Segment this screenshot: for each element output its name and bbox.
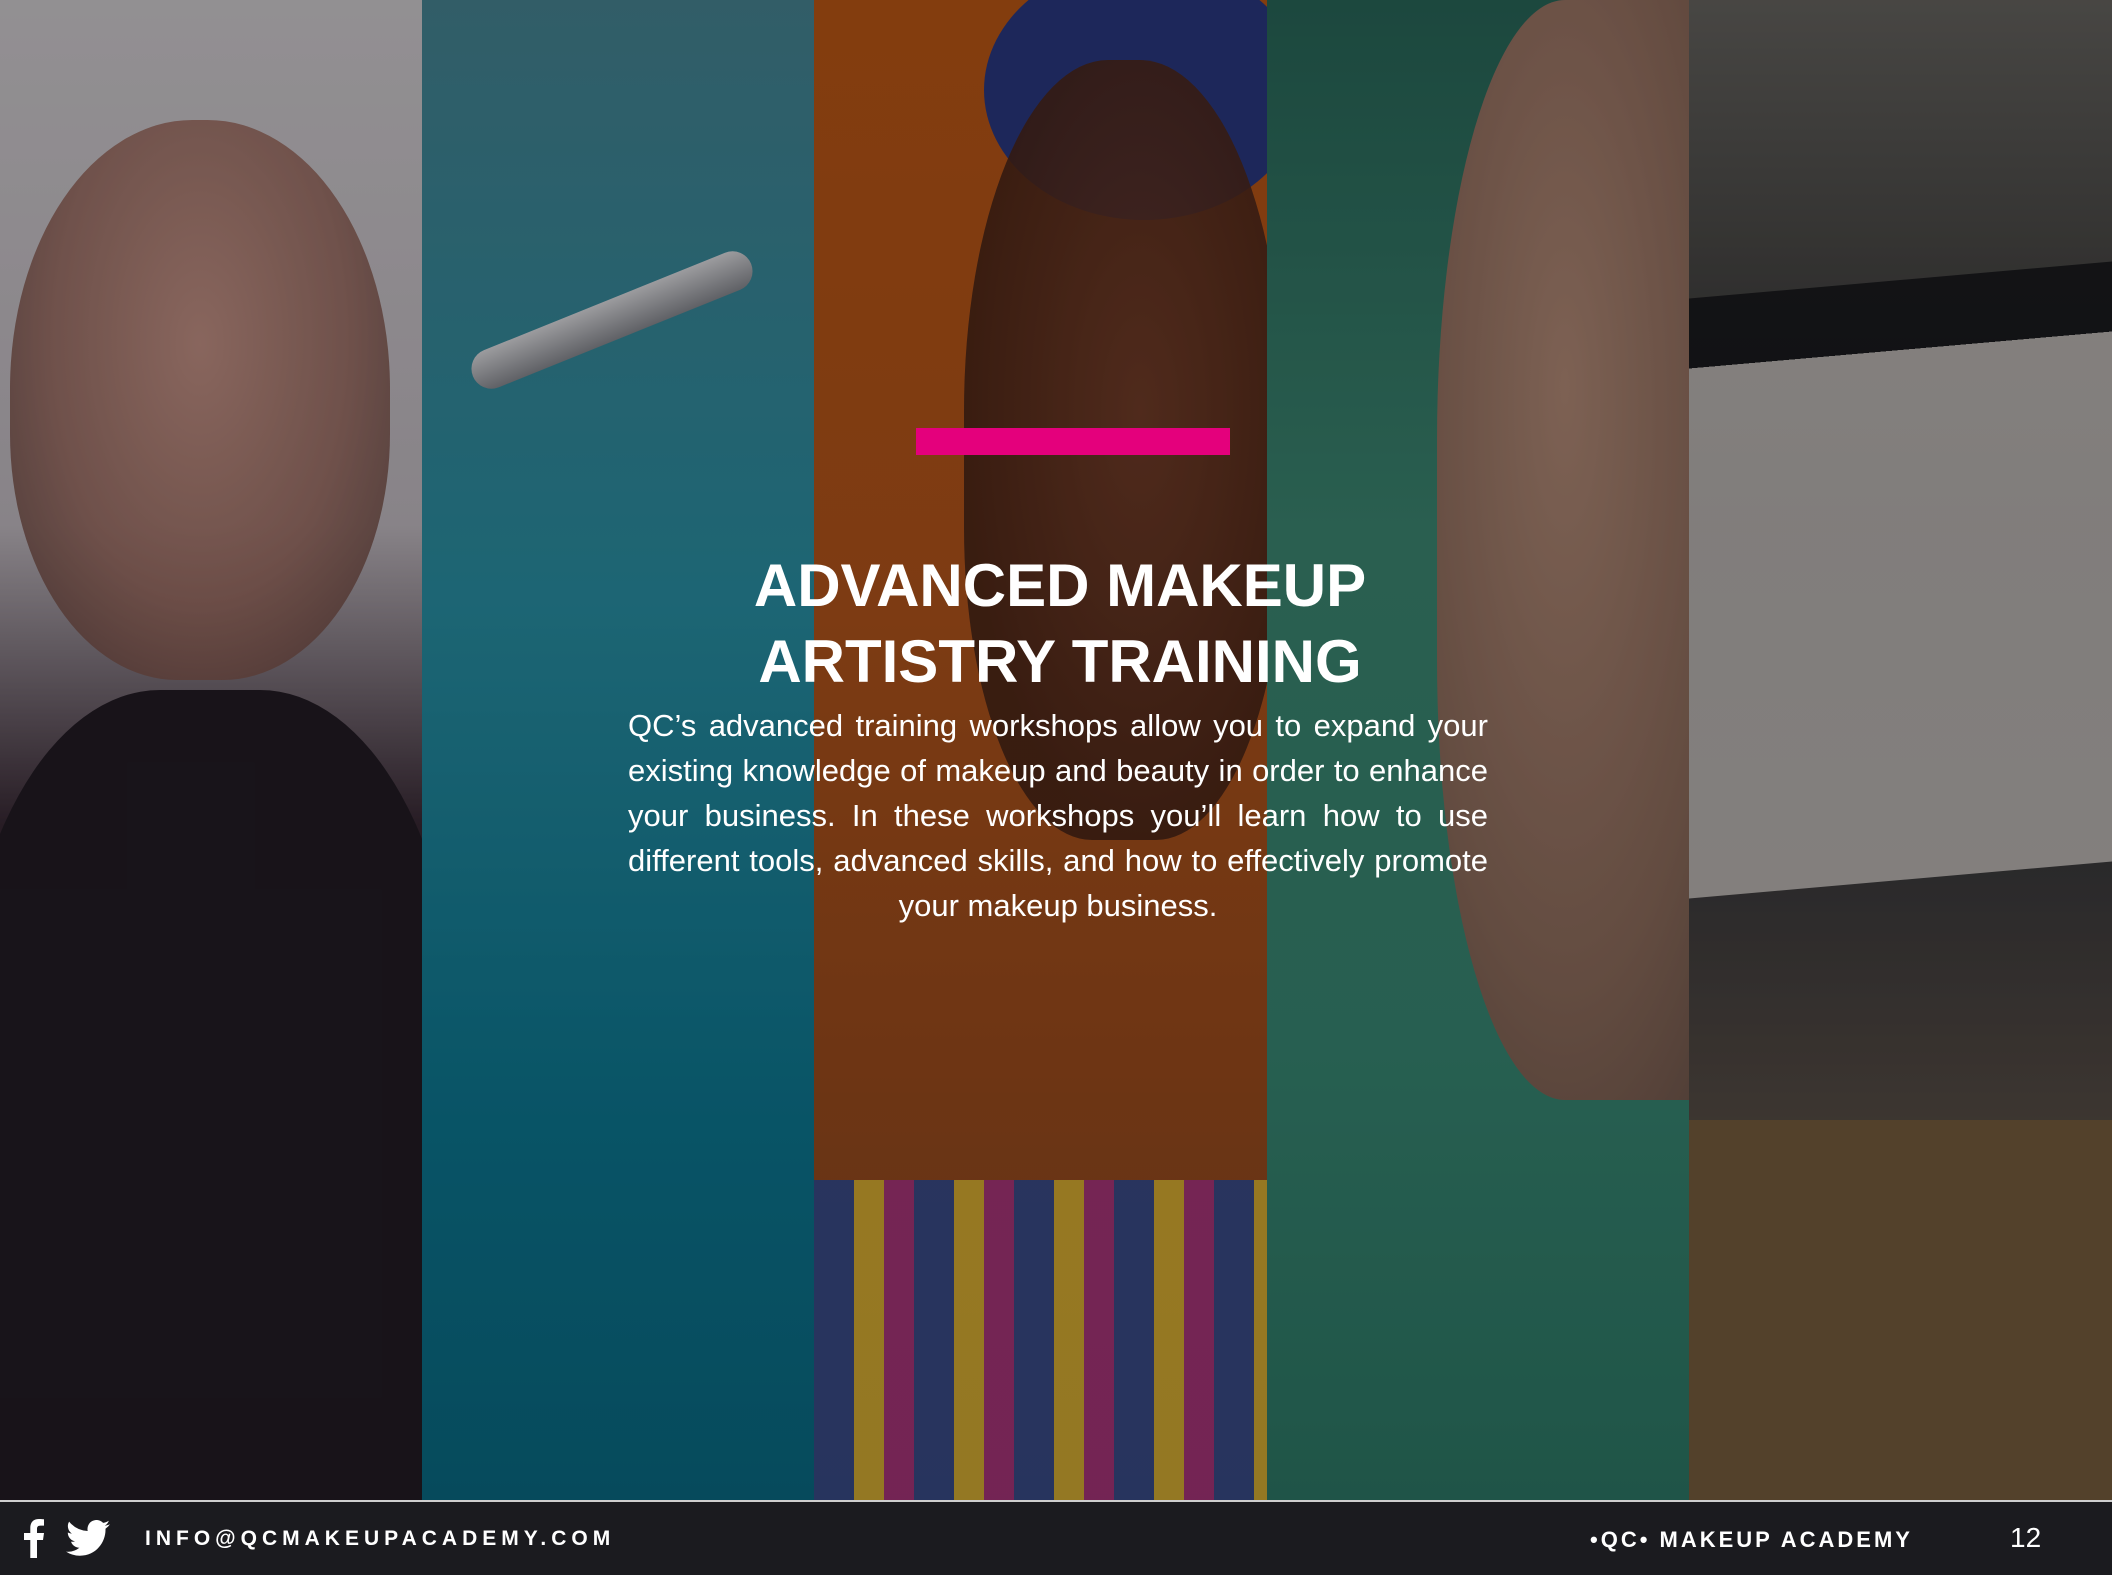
- brand-name: •QC• MAKEUP ACADEMY: [1590, 1527, 1913, 1552]
- title-line-1: ADVANCED MAKEUP: [753, 552, 1367, 619]
- accent-bar: [916, 428, 1230, 455]
- page-number: 12: [2010, 1522, 2042, 1553]
- twitter-icon[interactable]: [66, 1520, 110, 1556]
- title-line-2: ARTISTRY TRAINING: [758, 628, 1362, 695]
- body-paragraph: QC’s advanced training workshops allow y…: [628, 708, 1488, 923]
- page-title: ADVANCED MAKEUP ARTISTRY TRAINING: [560, 548, 1560, 700]
- facebook-icon[interactable]: [22, 1518, 46, 1558]
- contact-email[interactable]: INFO@QCMAKEUPACADEMY.COM: [145, 1527, 615, 1551]
